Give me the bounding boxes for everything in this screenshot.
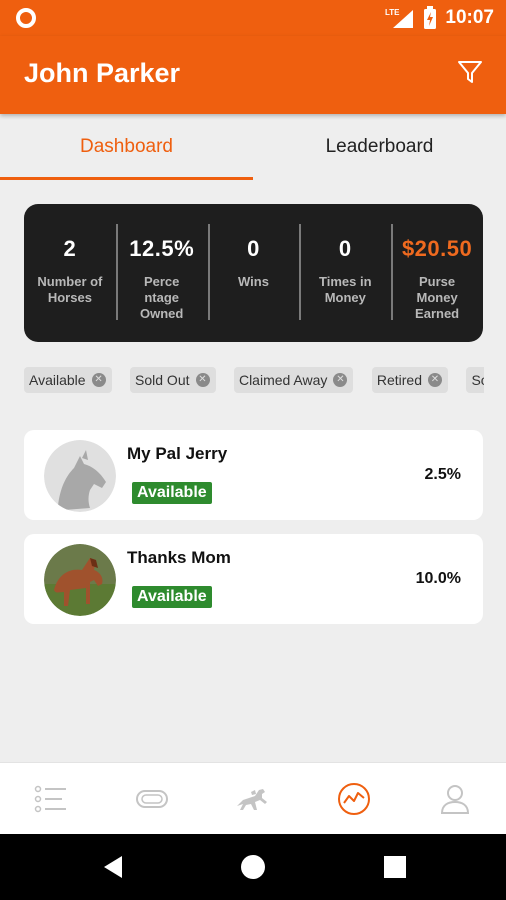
chip-remove-icon[interactable]: ✕ xyxy=(428,373,442,387)
stat-label-line: Wins xyxy=(238,274,269,289)
stat-label: Purse Money Earned xyxy=(415,274,459,322)
stat-number-of-horses: 2 Number of Horses xyxy=(24,224,116,322)
stat-wins: 0 Wins xyxy=(207,224,300,322)
stat-label-line: Times in xyxy=(319,274,372,289)
horse-card-my-pal-jerry[interactable]: My Pal Jerry Available 2.5% xyxy=(24,430,483,520)
chip-label: Sold A xyxy=(471,372,484,388)
chip-sold-out[interactable]: Sold Out ✕ xyxy=(130,367,216,393)
ownership-percent: 2.5% xyxy=(424,466,461,483)
chip-remove-icon[interactable]: ✕ xyxy=(333,373,348,387)
tab-dashboard[interactable]: Dashboard xyxy=(0,114,253,180)
profile-icon xyxy=(441,784,470,814)
stat-label-line: Horses xyxy=(47,290,92,305)
horse-name: Thanks Mom xyxy=(127,548,231,567)
stat-label: Number of Horses xyxy=(37,274,102,306)
nav-tickets[interactable] xyxy=(101,763,202,834)
stat-label-line: Number of xyxy=(37,274,103,289)
tab-leaderboard-label: Leaderboard xyxy=(325,136,434,157)
stat-label-line: Perce xyxy=(143,274,180,289)
nav-list[interactable] xyxy=(0,763,101,834)
home-icon[interactable] xyxy=(240,854,266,880)
horse-avatar-placeholder xyxy=(44,440,116,512)
filter-icon[interactable] xyxy=(456,58,484,86)
status-bar: LTE 10:07 xyxy=(0,0,506,36)
stat-value: 0 xyxy=(338,236,352,261)
nav-stats[interactable] xyxy=(304,763,405,834)
chip-label: Available xyxy=(29,372,86,388)
tab-leaderboard[interactable]: Leaderboard xyxy=(253,114,506,180)
ticket-icon xyxy=(135,789,168,808)
chip-label: Sold Out xyxy=(135,372,190,388)
stat-label: Times in Money xyxy=(319,274,372,306)
nav-racing[interactable] xyxy=(202,763,303,834)
chip-label: Retired xyxy=(376,372,422,388)
ownership-percent: 10.0% xyxy=(415,570,461,587)
stat-percentage-owned: 12.5% Perce ntage Owned xyxy=(115,224,208,322)
stat-purse-money-earned: $20.50 Purse Money Earned xyxy=(391,224,483,322)
status-icons: LTE 10:07 xyxy=(385,6,494,30)
stat-value: 12.5% xyxy=(129,236,195,261)
tab-dashboard-label: Dashboard xyxy=(80,136,173,157)
recents-icon[interactable] xyxy=(382,854,408,880)
stat-label-line: Earned xyxy=(415,306,460,321)
status-badge: Available xyxy=(132,482,212,504)
stat-label: Wins xyxy=(238,274,269,290)
chip-remove-icon[interactable]: ✕ xyxy=(195,373,210,387)
stat-label-line: ntage xyxy=(144,290,180,305)
stat-label: Perce ntage Owned xyxy=(140,274,183,322)
chip-sold-a[interactable]: Sold A xyxy=(466,367,484,393)
horse-card-thanks-mom[interactable]: Thanks Mom Available 10.0% xyxy=(24,534,483,624)
racing-horse-icon xyxy=(237,788,267,810)
stat-value: 2 xyxy=(63,236,77,261)
horse-photo-image xyxy=(44,544,116,616)
status-time: 10:07 xyxy=(445,7,494,28)
active-tab-indicator xyxy=(0,177,253,180)
system-navigation-bar xyxy=(0,834,506,900)
horse-photo xyxy=(44,544,116,616)
status-filter-chips: Available ✕ Sold Out ✕ Claimed Away ✕ Re… xyxy=(24,367,484,395)
bottom-navigation xyxy=(0,762,506,834)
network-label: LTE xyxy=(385,8,400,17)
battery-charging-icon xyxy=(424,6,437,29)
stat-times-in-money: 0 Times in Money xyxy=(299,224,391,322)
stat-value: 0 xyxy=(247,236,260,261)
status-badge: Available xyxy=(132,586,212,608)
stats-summary-card: 2 Number of Horses 12.5% Perce ntage Own… xyxy=(24,204,483,342)
nav-profile[interactable] xyxy=(405,763,506,834)
horse-silhouette-icon xyxy=(44,440,116,512)
tab-bar: Dashboard Leaderboard xyxy=(0,114,506,180)
page-title: John Parker xyxy=(24,58,181,88)
stat-value: $20.50 xyxy=(401,236,473,261)
app-bar: John Parker xyxy=(0,36,506,114)
chip-remove-icon[interactable]: ✕ xyxy=(91,373,106,387)
back-icon[interactable] xyxy=(100,854,126,880)
stats-chart-icon xyxy=(338,782,371,815)
chip-claimed-away[interactable]: Claimed Away ✕ xyxy=(233,367,354,393)
stat-label-line: Money xyxy=(324,290,366,305)
notification-dot-icon xyxy=(16,8,36,28)
chip-retired[interactable]: Retired ✕ xyxy=(371,367,448,393)
stat-label-line: Money xyxy=(416,290,458,305)
horse-name: My Pal Jerry xyxy=(127,444,228,463)
chip-label: Claimed Away xyxy=(238,372,328,388)
list-icon xyxy=(34,785,66,812)
lte-signal-icon: LTE xyxy=(385,8,414,28)
chip-available[interactable]: Available ✕ xyxy=(24,367,112,393)
stat-label-line: Owned xyxy=(140,306,184,321)
stat-label-line: Purse xyxy=(419,274,456,289)
